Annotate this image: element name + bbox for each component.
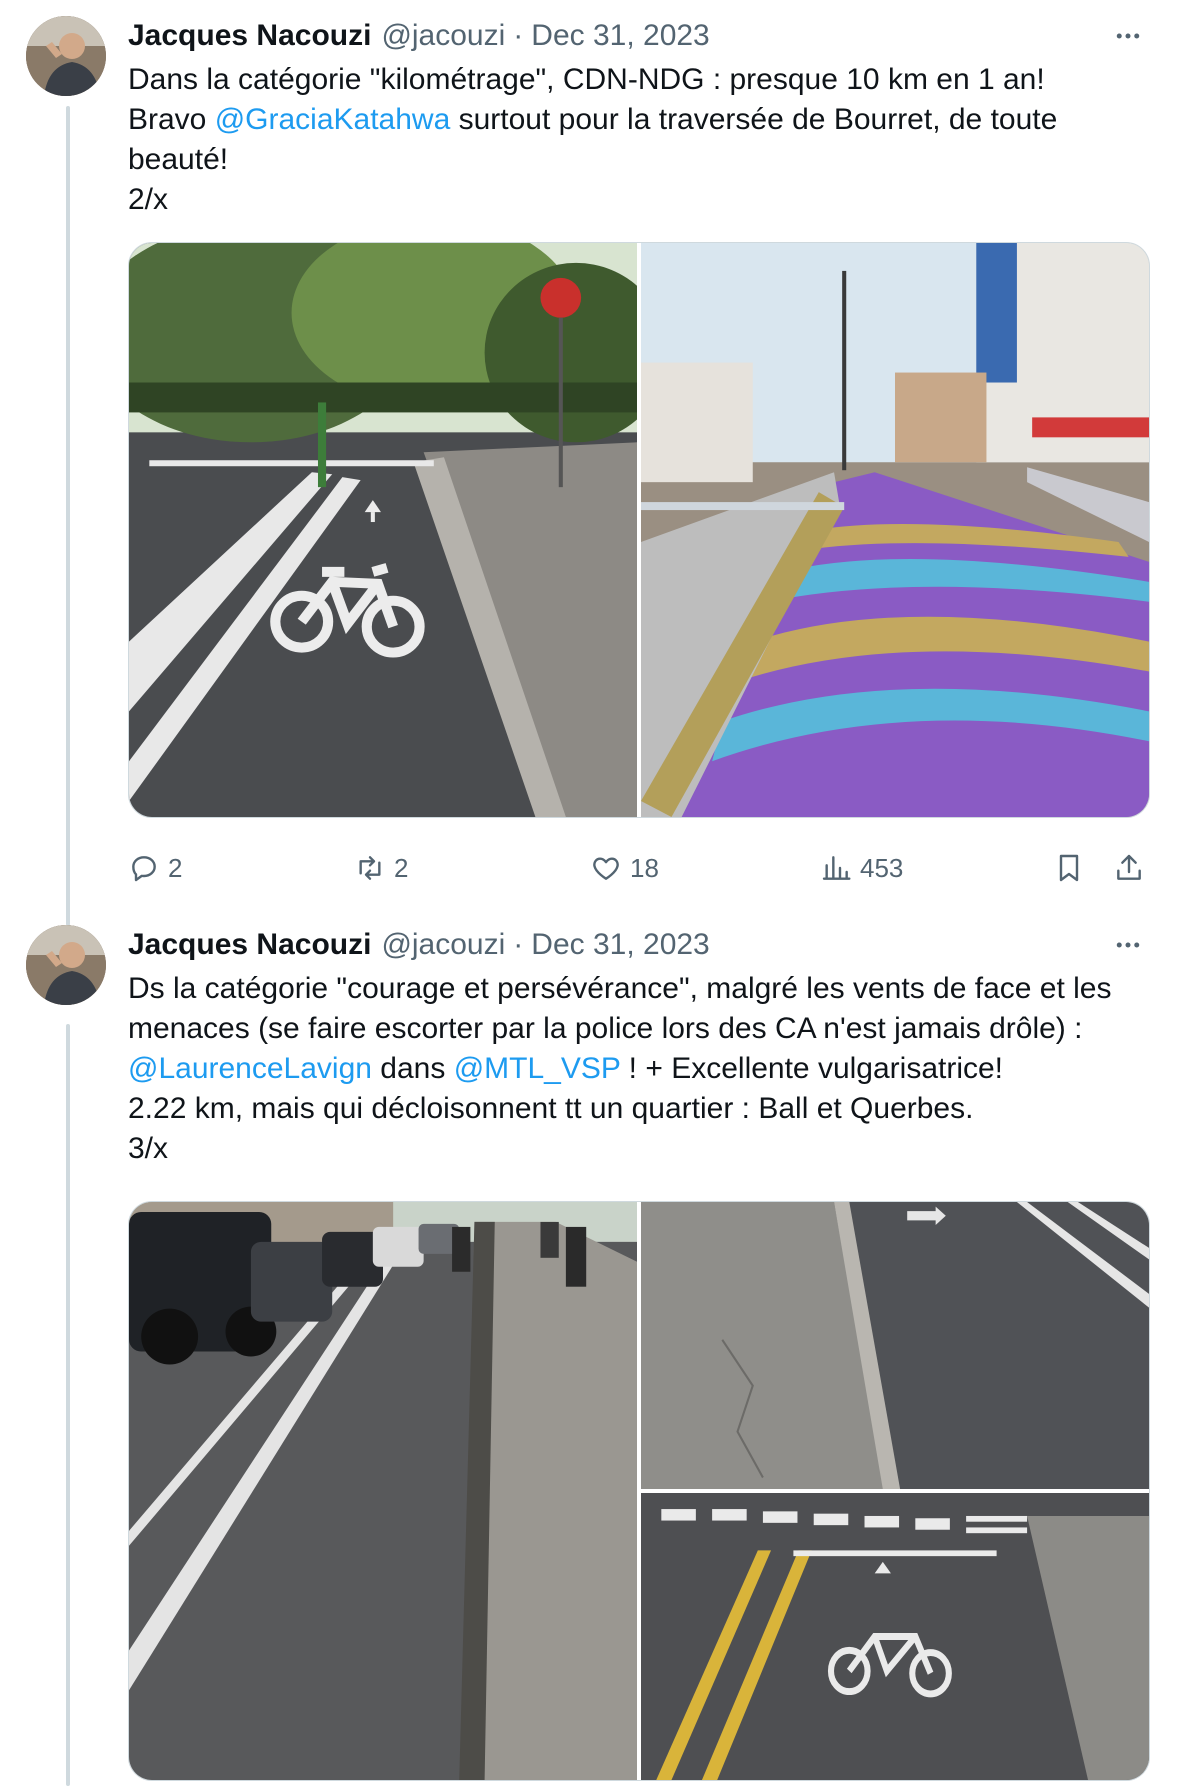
share-icon — [1117, 854, 1141, 880]
like-count: 18 — [630, 852, 659, 883]
text-segment: Bravo — [128, 103, 215, 136]
bookmark-button[interactable] — [1053, 846, 1085, 890]
photo-crosswalk-bike[interactable] — [641, 1493, 1149, 1780]
view-count: 453 — [860, 852, 904, 883]
separator-dot: · — [513, 928, 524, 961]
text-segment: dans — [371, 1052, 454, 1085]
author-name[interactable]: Jacques Nacouzi — [128, 19, 371, 53]
retweet-icon — [359, 856, 381, 880]
text-segment: Ds la catégorie "courage et persévérance… — [128, 972, 1112, 1005]
avatar[interactable] — [26, 925, 106, 1005]
more-options-icon[interactable] — [1108, 20, 1148, 52]
separator-dot: · — [513, 19, 524, 52]
mention-link[interactable]: @LaurenceLavign — [128, 1052, 372, 1085]
photo-painted-bridge[interactable] — [641, 243, 1149, 817]
media-grid[interactable] — [128, 242, 1150, 818]
text-segment: ! + Excellente vulgarisatrice! — [620, 1052, 1004, 1085]
tweet-text: Ds la catégorie "courage et persévérance… — [128, 969, 1148, 1169]
mention-link[interactable]: @MTL_VSP — [454, 1052, 621, 1085]
retweet-button[interactable]: 2 — [354, 846, 408, 890]
text-segment: 2/x — [128, 183, 169, 216]
author-handle[interactable]: @jacouzi — [381, 928, 505, 962]
text-segment: beauté! — [128, 143, 229, 176]
tweet[interactable]: Jacques Nacouzi @jacouzi · Dec 31, 2023 … — [0, 905, 1182, 1786]
tweet-text-line: Bravo @GraciaKatahwa surtout pour la tra… — [128, 100, 1148, 140]
photo-sidewalk-lane[interactable] — [641, 1202, 1149, 1489]
reply-icon — [132, 856, 156, 882]
bookmark-icon — [1059, 854, 1079, 882]
views-chart-icon — [822, 856, 851, 880]
text-segment: surtout pour la traversée de Bourret, de… — [450, 103, 1058, 136]
author-name[interactable]: Jacques Nacouzi — [128, 928, 371, 962]
tweet-date[interactable]: Dec 31, 2023 — [531, 928, 709, 962]
tweet-text-line: @LaurenceLavign dans @MTL_VSP ! + Excell… — [128, 1049, 1148, 1089]
text-segment: menaces (se faire escorter par la police… — [128, 1012, 1083, 1045]
photo-bike-lane[interactable] — [129, 243, 637, 817]
tweet-text-line: Ds la catégorie "courage et persévérance… — [128, 969, 1148, 1009]
tweet-text-line: menaces (se faire escorter par la police… — [128, 1009, 1148, 1049]
tweet-text-line: 3/x — [128, 1129, 1148, 1169]
text-segment: 3/x — [128, 1132, 169, 1165]
text-segment: 2.22 km, mais qui décloisonnent tt un qu… — [128, 1092, 974, 1125]
retweet-count: 2 — [394, 852, 409, 883]
text-segment: Dans la catégorie "kilométrage", CDN-NDG… — [128, 63, 1045, 96]
tweet[interactable]: Jacques Nacouzi @jacouzi · Dec 31, 2023 … — [0, 0, 1182, 905]
tweet-header: Jacques Nacouzi @jacouzi · Dec 31, 2023 — [128, 16, 710, 56]
heart-icon — [593, 857, 619, 880]
photo-street-bike-lane[interactable] — [129, 1202, 637, 1780]
tweet-text-line: beauté! — [128, 140, 1148, 180]
share-button[interactable] — [1113, 846, 1145, 890]
media-grid[interactable] — [128, 1201, 1150, 1781]
action-bar: 2 2 18 453 — [128, 846, 1150, 890]
like-button[interactable]: 18 — [590, 846, 659, 890]
mention-link[interactable]: @GraciaKatahwa — [215, 103, 451, 136]
tweet-text-line: Dans la catégorie "kilométrage", CDN-NDG… — [128, 60, 1148, 100]
author-handle[interactable]: @jacouzi — [381, 19, 505, 53]
tweet-text: Dans la catégorie "kilométrage", CDN-NDG… — [128, 60, 1148, 220]
tweet-text-line: 2.22 km, mais qui décloisonnent tt un qu… — [128, 1089, 1148, 1129]
tweet-header: Jacques Nacouzi @jacouzi · Dec 31, 2023 — [128, 925, 710, 965]
tweet-text-line: 2/x — [128, 180, 1148, 220]
avatar[interactable] — [26, 16, 106, 96]
more-options-icon[interactable] — [1108, 929, 1148, 961]
tweet-date[interactable]: Dec 31, 2023 — [531, 19, 709, 53]
views-button[interactable]: 453 — [820, 846, 903, 890]
reply-count: 2 — [168, 852, 183, 883]
reply-button[interactable]: 2 — [128, 846, 182, 890]
